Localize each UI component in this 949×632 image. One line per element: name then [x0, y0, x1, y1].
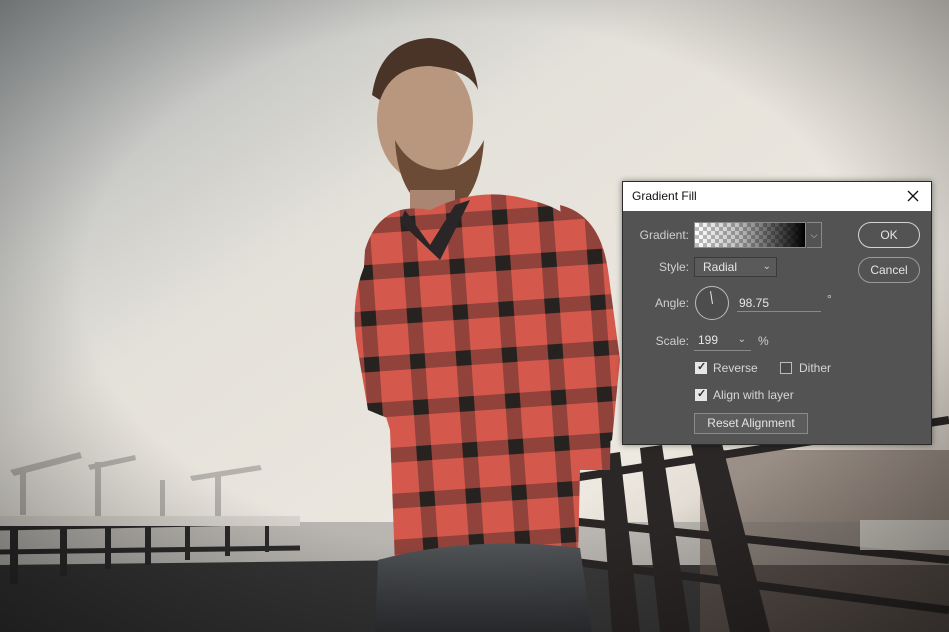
scale-label: Scale: — [655, 334, 689, 348]
align-with-layer-checkbox[interactable] — [695, 387, 707, 401]
angle-dial-indicator — [710, 291, 713, 305]
style-value: Radial — [703, 260, 738, 274]
chevron-down-icon: ⌄ — [737, 334, 746, 345]
gradient-swatch[interactable] — [694, 222, 806, 248]
dither-label: Dither — [799, 361, 832, 375]
angle-label: Angle: — [654, 296, 689, 310]
cancel-button[interactable]: Cancel — [858, 257, 920, 283]
dialog-title: Gradient Fill — [632, 189, 697, 203]
scale-value: 199 — [698, 333, 719, 347]
scale-unit: % — [758, 334, 769, 348]
dialog-titlebar[interactable]: Gradient Fill — [623, 182, 931, 211]
angle-input[interactable] — [737, 294, 821, 312]
angle-dial[interactable] — [695, 286, 729, 320]
scale-select[interactable]: 199 ⌄ — [694, 331, 751, 351]
gradient-label: Gradient: — [639, 228, 689, 242]
chevron-down-icon: ⌵ — [810, 229, 818, 240]
reverse-checkbox[interactable] — [695, 360, 707, 374]
align-with-layer-label: Align with layer — [713, 388, 794, 402]
ok-button[interactable]: OK — [858, 222, 920, 248]
reverse-label: Reverse — [713, 361, 758, 375]
reset-alignment-button[interactable]: Reset Alignment — [694, 413, 808, 434]
close-icon[interactable] — [903, 186, 923, 206]
style-label: Style: — [658, 260, 689, 274]
angle-unit: ° — [827, 292, 832, 306]
gradient-dropdown-button[interactable]: ⌵ — [807, 222, 822, 248]
chevron-down-icon: ⌄ — [762, 261, 771, 272]
gradient-fill-dialog: Gradient Fill Gradient: ⌵ Style: Radial … — [622, 181, 932, 445]
style-select[interactable]: Radial ⌄ — [694, 257, 777, 277]
dither-checkbox[interactable] — [780, 362, 792, 374]
